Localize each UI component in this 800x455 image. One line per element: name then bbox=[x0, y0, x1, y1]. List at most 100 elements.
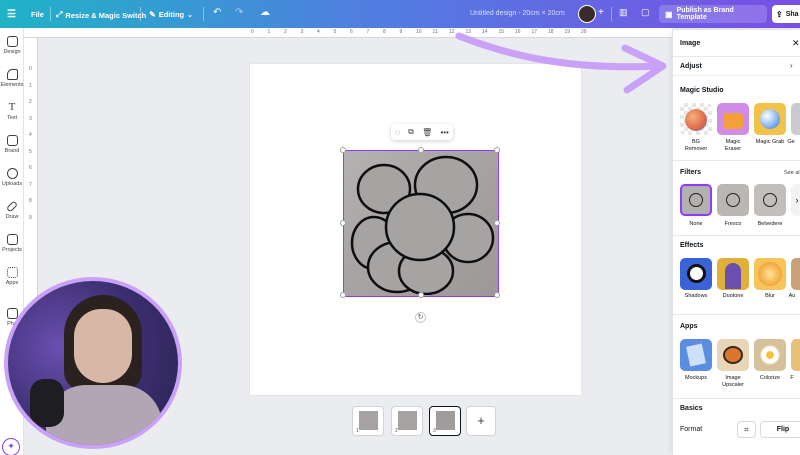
see-all-link[interactable]: See al bbox=[784, 170, 800, 176]
rail-item-apps[interactable]: Apps bbox=[0, 267, 24, 286]
brand-icon bbox=[6, 135, 18, 146]
app-mockups-tile[interactable] bbox=[680, 339, 712, 371]
resize-handle[interactable] bbox=[340, 147, 346, 153]
tile-label-line: Image bbox=[725, 375, 741, 381]
filter-none-tile[interactable] bbox=[680, 184, 712, 216]
app-label: Image Upscaler bbox=[713, 375, 753, 389]
presenter-face bbox=[74, 309, 132, 383]
webcam-video bbox=[8, 281, 178, 445]
apps-icon bbox=[6, 267, 18, 278]
add-collaborator-icon[interactable]: + bbox=[598, 7, 604, 18]
tile-label-line: Magic bbox=[725, 139, 741, 145]
effect-shadows-tile[interactable] bbox=[680, 258, 712, 290]
magic-grab-tile[interactable] bbox=[754, 103, 786, 135]
flower-thumb-icon bbox=[763, 193, 777, 207]
effect-label: Duotone bbox=[722, 293, 744, 299]
ruler-tick-label: 4 bbox=[317, 29, 320, 35]
close-icon[interactable]: ✕ bbox=[792, 38, 800, 49]
daisy-icon bbox=[760, 345, 780, 365]
tile-label-line: Mockups bbox=[684, 375, 707, 381]
comment-icon[interactable]: ▢ bbox=[641, 7, 650, 18]
tile-label-line: Remover bbox=[684, 146, 708, 152]
effect-duotone-tile[interactable] bbox=[717, 258, 749, 290]
apps-heading: Apps bbox=[680, 323, 698, 330]
resize-handle[interactable] bbox=[340, 292, 346, 298]
comment-icon[interactable]: ◌ bbox=[395, 128, 400, 137]
analytics-icon[interactable]: ▥ bbox=[619, 7, 628, 18]
projects-icon bbox=[6, 234, 18, 245]
page-thumbnail[interactable]: 2 bbox=[391, 406, 423, 436]
chevron-down-icon: ⌄ bbox=[187, 11, 193, 19]
rail-item-brand[interactable]: Brand bbox=[0, 135, 24, 154]
ruler-tick-label: 12 bbox=[449, 29, 455, 35]
tile-label-line: F bbox=[790, 375, 794, 381]
rail-item-elements[interactable]: Elements bbox=[0, 69, 24, 88]
flip-button[interactable]: Flip bbox=[760, 421, 800, 438]
more-icon[interactable]: ••• bbox=[440, 128, 448, 137]
effect-auto-tile[interactable] bbox=[791, 258, 800, 290]
ruler-tick-label: 6 bbox=[350, 29, 353, 35]
bg-remover-tile[interactable] bbox=[680, 103, 712, 135]
cloud-save-icon[interactable]: ☁ bbox=[260, 7, 270, 18]
editing-mode-dropdown[interactable]: ✎ Editing ⌄ bbox=[149, 10, 193, 19]
eraser-icon bbox=[723, 113, 743, 129]
filter-label: None bbox=[689, 221, 703, 227]
redo-icon[interactable]: ↷ bbox=[235, 7, 243, 18]
app-image-upscaler-tile[interactable] bbox=[717, 339, 749, 371]
rail-label: Projects bbox=[2, 247, 22, 253]
resize-button[interactable]: ⤢ Resize & Magic Switch bbox=[56, 10, 146, 20]
panel-title: Image bbox=[680, 40, 701, 47]
crop-button[interactable]: ⌗ bbox=[737, 421, 756, 438]
resize-handle[interactable] bbox=[418, 147, 424, 153]
app-more-tile[interactable] bbox=[791, 339, 800, 371]
app-label: Mockups bbox=[676, 375, 716, 382]
rotate-handle[interactable]: ↻ bbox=[415, 312, 426, 323]
effect-blur-tile[interactable] bbox=[754, 258, 786, 290]
duplicate-icon[interactable]: ⧉ bbox=[408, 127, 414, 137]
ruler-tick-label: 5 bbox=[29, 148, 32, 155]
effect-label: Au bbox=[788, 293, 796, 299]
selected-image[interactable] bbox=[340, 147, 500, 298]
file-menu[interactable]: File bbox=[31, 10, 44, 19]
ruler-tick-label: 17 bbox=[531, 29, 538, 35]
resize-handle[interactable] bbox=[494, 220, 500, 226]
resize-handle[interactable] bbox=[418, 292, 424, 298]
resize-handle[interactable] bbox=[494, 292, 500, 298]
page-thumbnail-active[interactable]: 3 bbox=[429, 406, 461, 436]
resize-handle[interactable] bbox=[340, 220, 346, 226]
photos-icon bbox=[6, 308, 18, 319]
publish-brand-template-button[interactable]: ▣ Publish as Brand Template bbox=[659, 5, 767, 23]
rail-item-uploads[interactable]: Uploads bbox=[0, 168, 24, 187]
page-thumbnail[interactable]: 1 bbox=[352, 406, 384, 436]
hamburger-icon: ☰ bbox=[7, 9, 16, 20]
rail-item-design[interactable]: Design bbox=[0, 36, 24, 55]
undo-icon[interactable]: ↶ bbox=[213, 7, 221, 18]
filters-next-button[interactable]: › bbox=[791, 184, 800, 216]
menu-button[interactable]: ☰ bbox=[7, 9, 16, 20]
resize-handle[interactable] bbox=[494, 147, 500, 153]
add-page-button[interactable]: + bbox=[466, 406, 496, 436]
adjust-row[interactable]: Adjust › bbox=[673, 58, 800, 76]
ruler-tick-label: 9 bbox=[399, 29, 403, 35]
flower-thumb-icon bbox=[689, 193, 703, 207]
soccer-ball-icon bbox=[687, 264, 706, 283]
rail-label: Design bbox=[3, 49, 21, 55]
chevron-right-icon: › bbox=[790, 61, 793, 70]
rail-label: Brand bbox=[4, 148, 20, 154]
app-colorize-tile[interactable] bbox=[754, 339, 786, 371]
document-title[interactable]: Untitled design - 20cm × 20cm bbox=[470, 10, 565, 17]
filter-belvedere-tile[interactable] bbox=[754, 184, 786, 216]
trash-icon[interactable]: 🗑 bbox=[422, 128, 432, 137]
share-label: Sha bbox=[785, 10, 799, 18]
ruler-tick-label: 14 bbox=[482, 29, 488, 35]
filter-fresco-tile[interactable] bbox=[717, 184, 749, 216]
rail-item-projects[interactable]: Projects bbox=[0, 234, 24, 253]
share-button[interactable]: ⇪ Sha bbox=[772, 5, 800, 23]
magic-assistant-button[interactable]: ✦ bbox=[2, 438, 20, 455]
magic-eraser-tile[interactable] bbox=[717, 103, 749, 135]
magic-studio-heading: Magic Studio bbox=[680, 87, 724, 94]
avatar[interactable] bbox=[578, 5, 596, 23]
rail-item-draw[interactable]: Draw bbox=[0, 200, 24, 220]
rail-item-text[interactable]: T Text bbox=[0, 102, 24, 122]
magic-generate-tile[interactable] bbox=[791, 103, 800, 135]
